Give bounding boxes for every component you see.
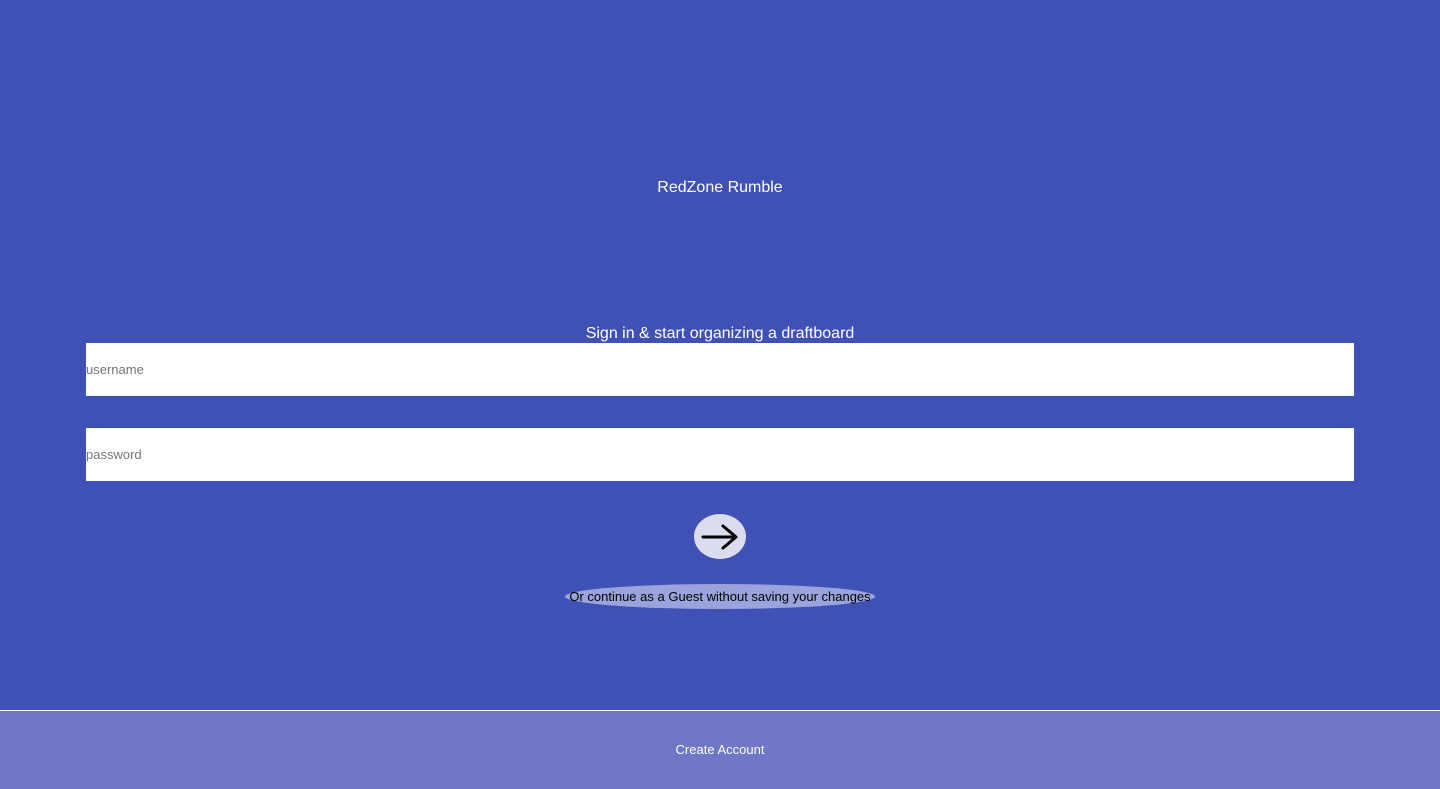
sign-in-subtitle: Sign in & start organizing a draftboard [585, 325, 855, 342]
footer-bar: Create Account [0, 710, 1440, 789]
arrow-right-icon [701, 524, 738, 549]
create-account-link[interactable]: Create Account [0, 742, 1440, 758]
username-input[interactable] [86, 343, 1354, 396]
submit-login-button[interactable] [694, 514, 746, 559]
app-title: RedZone Rumble [657, 179, 783, 196]
login-panel: RedZone Rumble Sign in & start organizin… [0, 0, 1440, 710]
guest-link-label: Or continue as a Guest without saving yo… [569, 589, 871, 604]
password-input[interactable] [86, 428, 1354, 481]
continue-as-guest-link[interactable]: Or continue as a Guest without saving yo… [565, 584, 875, 609]
